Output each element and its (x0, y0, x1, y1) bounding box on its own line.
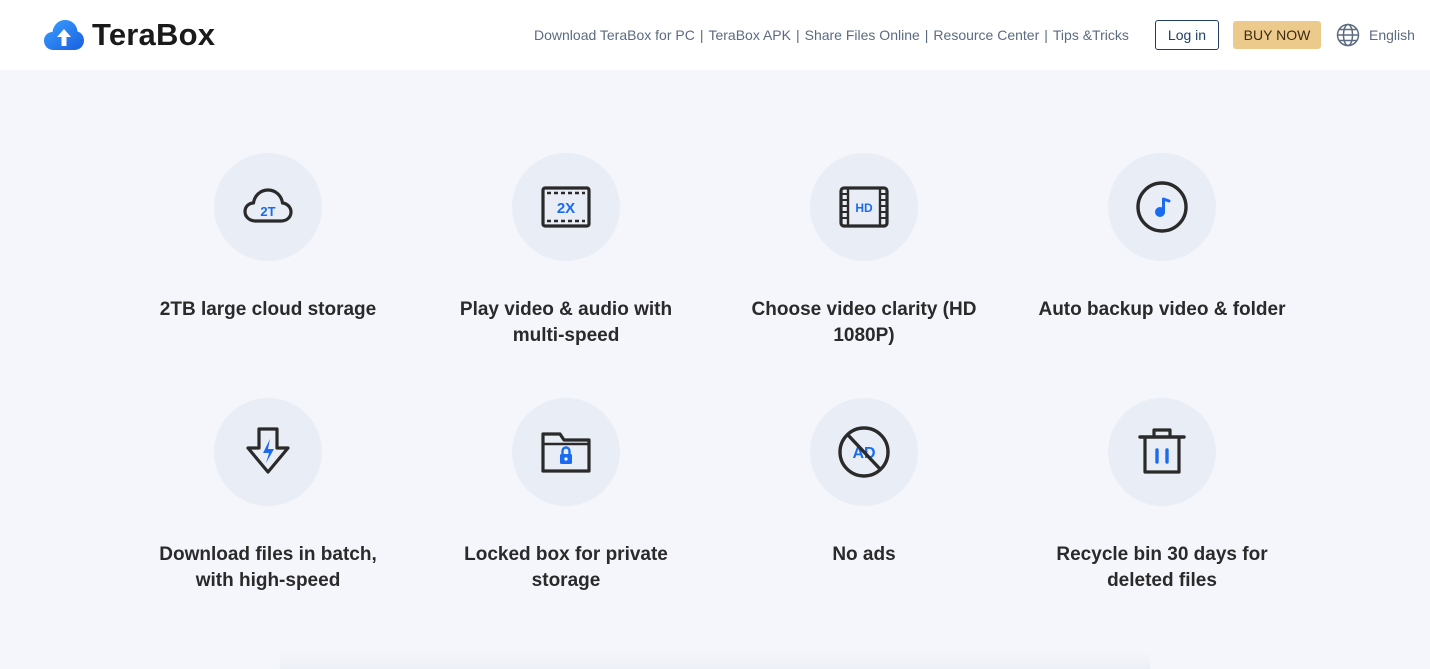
feature-title: Play video & audio with multi-speed (459, 299, 673, 346)
feature-title: 2TB large cloud storage (159, 299, 377, 320)
speed-2x-icon: 2X (541, 186, 591, 228)
nav-link-download-pc[interactable]: Download TeraBox for PC (534, 27, 695, 43)
feature-icon-circle (1108, 153, 1216, 261)
feature-title: Choose video clarity (HD 1080P) (751, 299, 977, 346)
feature-icon-circle (512, 398, 620, 506)
nav-separator: | (924, 27, 929, 43)
feature-icon-circle (214, 398, 322, 506)
feature-title: Auto backup video & folder (1038, 299, 1286, 320)
bottom-section-edge (280, 652, 1150, 669)
brand-name: TeraBox (92, 17, 216, 52)
globe-icon (1336, 23, 1360, 47)
trash-icon (1138, 428, 1186, 474)
speed-badge: 2X (557, 200, 575, 217)
feature-title: Recycle bin 30 days for deleted files (1056, 544, 1268, 591)
feature-locked-box: Locked box for private storage (436, 398, 696, 594)
feature-video-clarity: HD Choose video clarity (HD 1080P) (734, 153, 994, 349)
nav-link-resource-center[interactable]: Resource Center (933, 27, 1039, 43)
header: TeraBox Download TeraBox for PC | TeraBo… (0, 0, 1430, 70)
top-nav: Download TeraBox for PC | TeraBox APK | … (534, 25, 1129, 45)
feature-title: Download files in batch, with high-speed (159, 544, 377, 591)
cloud-upload-logo-icon (44, 20, 84, 50)
nav-separator: | (699, 27, 704, 43)
feature-title: No ads (832, 544, 896, 565)
feature-auto-backup: Auto backup video & folder (1032, 153, 1292, 323)
nav-separator: | (795, 27, 800, 43)
locked-folder-icon (541, 432, 591, 473)
hd-video-icon: HD (839, 186, 889, 228)
language-label: English (1369, 27, 1415, 43)
login-button[interactable]: Log in (1155, 20, 1219, 50)
feature-batch-download: Download files in batch, with high-speed (138, 398, 398, 594)
feature-title: Locked box for private storage (464, 544, 668, 591)
feature-multi-speed: 2X Play video & audio with multi-speed (436, 153, 696, 349)
feature-no-ads: AD No ads (734, 398, 994, 568)
nav-separator: | (1044, 27, 1048, 43)
nav-link-apk[interactable]: TeraBox APK (708, 27, 791, 43)
cloud-badge: 2T (260, 204, 275, 219)
feature-icon-circle: AD (810, 398, 918, 506)
feature-icon-circle: HD (810, 153, 918, 261)
feature-icon-circle: 2T (214, 153, 322, 261)
feature-cloud-storage: 2T 2TB large cloud storage (138, 153, 398, 323)
nav-link-tips-tricks[interactable]: Tips &Tricks (1053, 27, 1129, 43)
terabox-logo[interactable]: TeraBox (43, 17, 215, 53)
feature-icon-circle (1108, 398, 1216, 506)
buy-now-button[interactable]: BUY NOW (1233, 21, 1321, 49)
no-ads-icon: AD (838, 426, 890, 478)
music-backup-icon (1136, 181, 1188, 233)
feature-recycle-bin: Recycle bin 30 days for deleted files (1032, 398, 1292, 594)
language-selector[interactable]: English (1336, 23, 1415, 47)
nav-link-share-files[interactable]: Share Files Online (805, 27, 920, 43)
download-bolt-icon (246, 427, 290, 474)
hd-badge: HD (855, 201, 873, 215)
feature-icon-circle: 2X (512, 153, 620, 261)
cloud-2t-icon: 2T (243, 188, 293, 223)
